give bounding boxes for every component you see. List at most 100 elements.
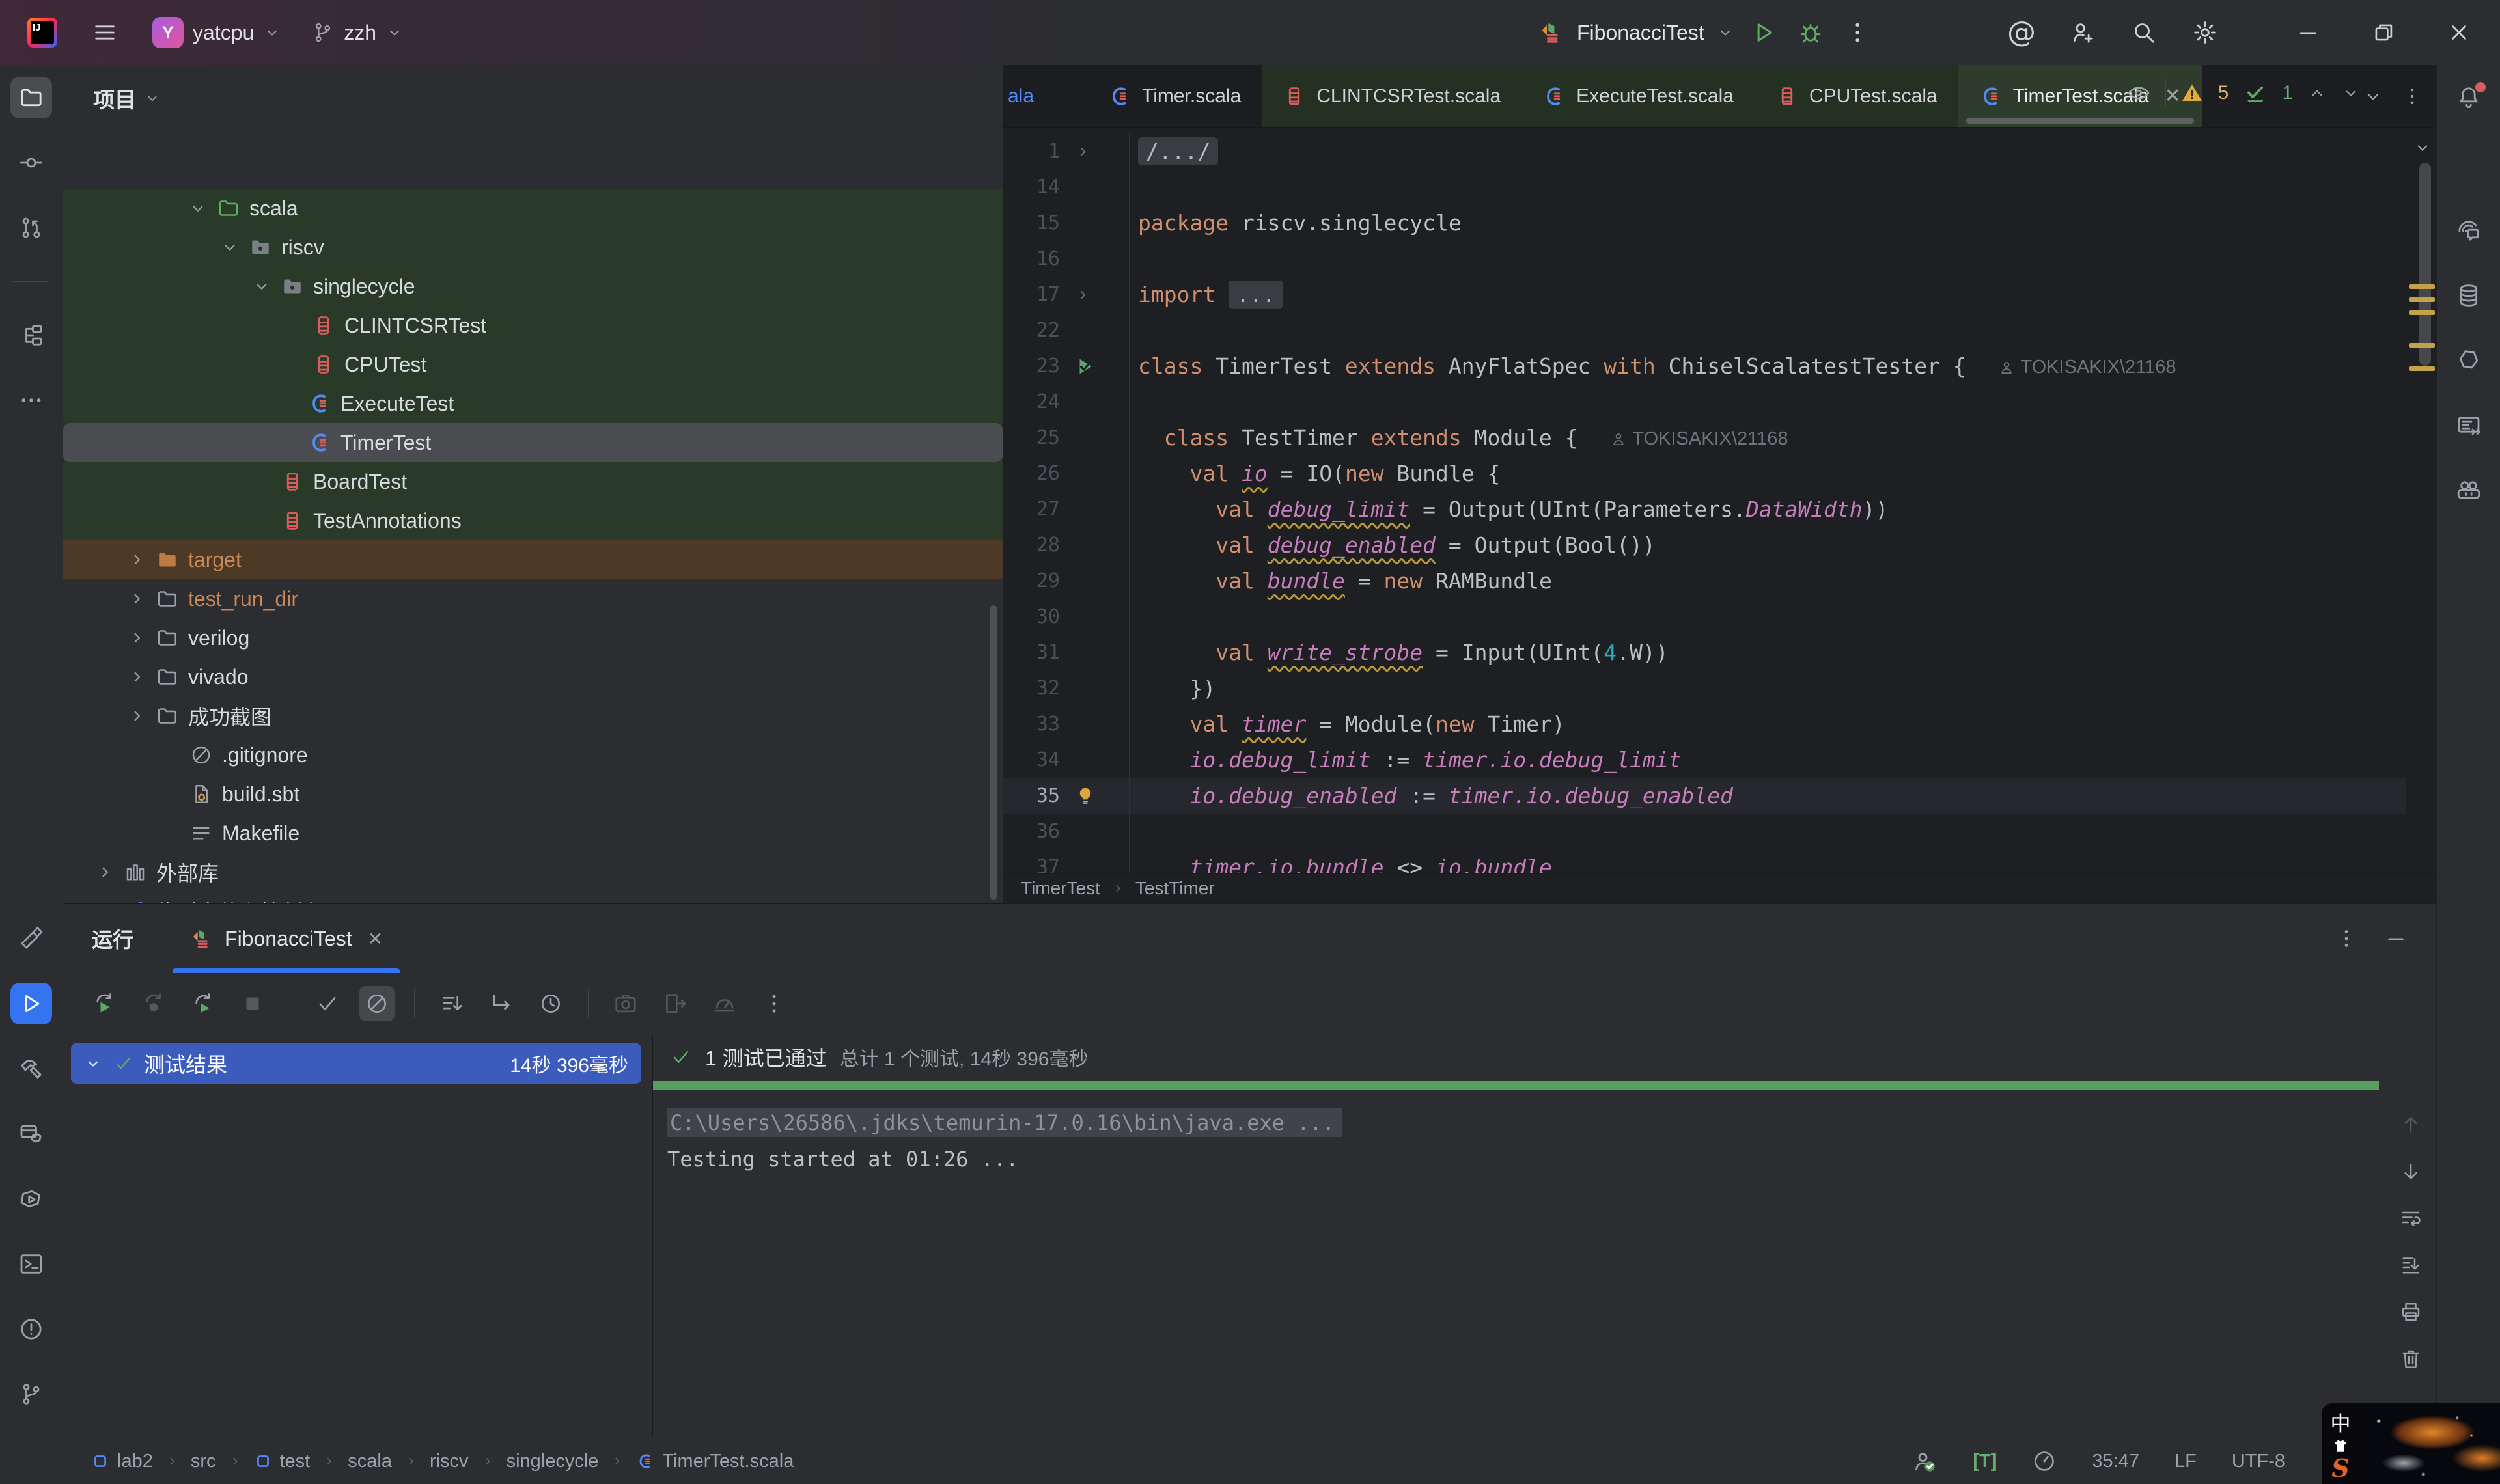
tab-options-icon[interactable] (2401, 85, 2423, 107)
editor-tab-CPUTest.scala[interactable]: CPUTest.scala (1754, 65, 1958, 127)
tree-item-成功截图[interactable]: 成功截图 (63, 696, 1003, 735)
tree-item-BoardTest[interactable]: BoardTest (63, 462, 1003, 501)
tree-item-TimerTest[interactable]: TimerTest (63, 423, 1003, 462)
chevron-right-icon[interactable] (127, 706, 146, 726)
code-line-26[interactable]: 26 val io = IO(new Bundle { (1003, 456, 2406, 491)
services-tool-button[interactable] (10, 1113, 52, 1155)
project-widget[interactable]: Y yatcpu (152, 17, 281, 48)
restore-button[interactable] (2366, 15, 2401, 50)
scroll-to-end-button[interactable] (2396, 1250, 2426, 1280)
run-button[interactable] (1746, 15, 1781, 50)
editor-tab-CLINTCSRTest.scala[interactable]: CLINTCSRTest.scala (1262, 65, 1522, 127)
sort-tests-button[interactable] (434, 986, 469, 1021)
code-line-32[interactable]: 32 }) (1003, 670, 2406, 706)
reader-mode-icon[interactable] (2126, 81, 2151, 105)
file-encoding[interactable]: UTF-8 (2232, 1451, 2285, 1472)
project-tree-scrollbar[interactable] (990, 605, 997, 900)
database-tool-button[interactable] (2448, 275, 2490, 316)
code-line-24[interactable]: 24 (1003, 384, 2406, 420)
run-panel-options-icon[interactable] (2335, 927, 2358, 950)
breadcrumb[interactable]: TestTimer (1135, 878, 1215, 899)
build-tool-button[interactable] (10, 1048, 52, 1090)
code-line-14[interactable]: 14 (1003, 169, 2406, 205)
tree-item-ExecuteTest[interactable]: ExecuteTest (63, 384, 1003, 423)
code-line-31[interactable]: 31 val write_strobe = Input(UInt(4.W)) (1003, 635, 2406, 670)
prev-problem-icon[interactable] (2307, 83, 2327, 103)
translation-plugin-badge[interactable]: [T] (1973, 1451, 1997, 1472)
code-line-22[interactable]: 22 (1003, 312, 2406, 348)
chevron-right-icon[interactable] (127, 667, 146, 687)
status-breadcrumb-riscv[interactable]: riscv (430, 1451, 469, 1472)
tab-list-chevron-icon[interactable] (2362, 85, 2384, 107)
run-test-gutter-icon[interactable] (1074, 355, 1096, 378)
code-line-17[interactable]: 17 import ... (1003, 277, 2406, 312)
code-line-35[interactable]: 35 io.debug_enabled := timer.io.debug_en… (1003, 778, 2406, 814)
coverage-button[interactable] (707, 986, 742, 1021)
ai-actions-icon[interactable]: @ (2004, 15, 2039, 50)
code-line-1[interactable]: 1 /.../ (1003, 133, 2406, 169)
minimize-button[interactable] (2290, 15, 2326, 50)
line-separator[interactable]: LF (2174, 1451, 2197, 1472)
notifications-tool-button[interactable] (2448, 77, 2490, 118)
prev-occurrence-button[interactable] (2396, 1110, 2426, 1140)
code-line-34[interactable]: 34 io.debug_limit := timer.io.debug_limi… (1003, 742, 2406, 778)
folded-region[interactable]: ... (1229, 281, 1283, 309)
more-tool-windows-tool-button[interactable] (10, 379, 52, 421)
close-icon[interactable]: ✕ (368, 928, 383, 950)
code-line-25[interactable]: 25 class TestTimer extends Module { TOKI… (1003, 420, 2406, 456)
next-occurrence-button[interactable] (2396, 1157, 2426, 1187)
vcs-widget[interactable]: zzh (311, 21, 404, 45)
show-ignored-button[interactable] (359, 986, 395, 1021)
license-status-icon[interactable] (1911, 1448, 1938, 1474)
sbt-shell-tool-button[interactable] (10, 1178, 52, 1220)
project-panel-header[interactable]: 项目 (63, 65, 1003, 131)
status-breadcrumb-test[interactable]: test (254, 1451, 310, 1472)
collapse-all-button[interactable] (484, 986, 519, 1021)
editor-tab-ala[interactable]: ala (1003, 65, 1049, 127)
tree-item-build.sbt[interactable]: build.sbt (63, 775, 1003, 814)
warning-stripe-mark[interactable] (2409, 297, 2435, 302)
tree-item-scala[interactable]: scala (63, 189, 1003, 228)
ime-logo[interactable]: S (2331, 1456, 2349, 1481)
inspections-widget[interactable]: 5 1 (2126, 79, 2361, 107)
clear-all-button[interactable] (2396, 1344, 2426, 1374)
ai-assistant-tool-button[interactable] (2448, 470, 2490, 512)
editor-tab-ExecuteTest.scala[interactable]: ExecuteTest.scala (1521, 65, 1755, 127)
status-breadcrumb-scala[interactable]: scala (348, 1451, 392, 1472)
print-button[interactable] (2396, 1297, 2426, 1327)
code-line-16[interactable]: 16 (1003, 241, 2406, 277)
terminal-tool-button[interactable] (10, 1243, 52, 1285)
chevron-right-icon[interactable] (127, 550, 146, 570)
warning-stripe-mark[interactable] (2409, 343, 2435, 348)
run-tab[interactable]: FibonacciTest ✕ (173, 904, 400, 973)
status-breadcrumb-TimerTest.scala[interactable]: TimerTest.scala (636, 1451, 794, 1472)
sbt-tool-button[interactable] (2448, 340, 2490, 381)
code-line-30[interactable]: 30 (1003, 599, 2406, 635)
project-tool-button[interactable] (10, 77, 52, 118)
folded-region[interactable]: /.../ (1138, 137, 1219, 165)
code-line-27[interactable]: 27 val debug_limit = Output(UInt(Paramet… (1003, 491, 2406, 527)
code-line-28[interactable]: 28 val debug_enabled = Output(Bool()) (1003, 527, 2406, 563)
ime-language-toggle[interactable]: 中 (2331, 1407, 2351, 1436)
tree-item-TestAnnotations[interactable]: TestAnnotations (63, 501, 1003, 540)
code-line-37[interactable]: 37 timer.io.bundle <> io.bundle (1003, 849, 2406, 874)
close-button[interactable] (2441, 15, 2477, 50)
more-options-button[interactable] (757, 986, 792, 1021)
show-passed-button[interactable] (310, 986, 345, 1021)
ai-assistant-chat-tool-button[interactable] (2448, 210, 2490, 251)
tree-item-test_run_dir[interactable]: test_run_dir (63, 579, 1003, 618)
stripe-chevron-icon[interactable] (2413, 138, 2432, 158)
test-results-row[interactable]: 测试结果 14秒 396毫秒 (71, 1043, 641, 1084)
warning-stripe-mark[interactable] (2409, 310, 2435, 315)
caret-position[interactable]: 35:47 (2092, 1451, 2139, 1472)
code-line-29[interactable]: 29 val bundle = new RAMBundle (1003, 563, 2406, 599)
status-breadcrumb-lab2[interactable]: lab2 (91, 1451, 153, 1472)
memory-indicator-icon[interactable] (2032, 1449, 2057, 1474)
debug-button[interactable] (1793, 15, 1828, 50)
chevron-right-icon[interactable] (95, 862, 115, 882)
status-breadcrumb-src[interactable]: src (191, 1451, 216, 1472)
import-test-results-button[interactable] (658, 986, 693, 1021)
breadcrumb[interactable]: TimerTest (1021, 878, 1100, 899)
tree-item-CLINTCSRTest[interactable]: CLINTCSRTest (63, 306, 1003, 345)
rerun-automatically-button[interactable] (186, 986, 221, 1021)
